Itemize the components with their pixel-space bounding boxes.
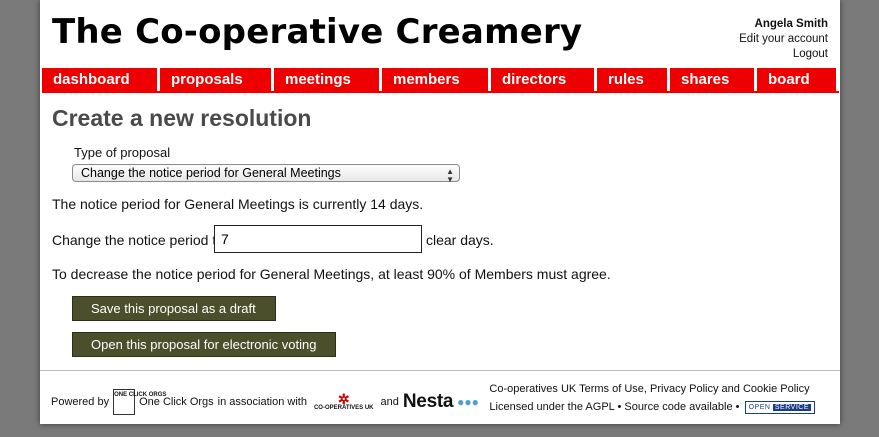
coops-logo-mark-icon: ✲ — [337, 390, 350, 407]
current-notice-text: The notice period for General Meetings i… — [52, 196, 424, 212]
bullet-separator: • — [617, 401, 622, 413]
notice-period-suffix: clear days. — [426, 232, 494, 248]
terms-link[interactable]: Terms of Use — [579, 383, 644, 395]
user-menu: Angela Smith Edit your account Logout — [739, 17, 828, 62]
footer-divider — [40, 370, 840, 371]
footer-legal-line1: Co-operatives UK Terms of Use, Privacy P… — [489, 383, 810, 395]
nav-dashboard[interactable]: dashboard — [42, 68, 157, 91]
notice-period-input[interactable] — [214, 225, 422, 253]
and-text: and — [380, 396, 399, 408]
cookie-link[interactable]: Cookie Policy — [743, 383, 810, 395]
footer-credits: Powered by ONE CLICK ORGS One Click Orgs… — [51, 389, 479, 415]
nav-shares[interactable]: shares — [670, 68, 754, 91]
powered-by-text: Powered by — [51, 396, 110, 408]
service-badge-text: SERVICE — [772, 403, 811, 411]
nav-underline — [42, 91, 839, 93]
save-draft-button[interactable]: Save this proposal as a draft — [72, 296, 276, 321]
open-service-badge[interactable]: OPEN SERVICE — [744, 400, 815, 414]
main-nav: dashboard proposals meetings members dir… — [42, 68, 839, 91]
footer-legal: Co-operatives UK Terms of Use, Privacy P… — [489, 380, 815, 416]
notice-period-label: Change the notice period to — [52, 232, 225, 248]
nav-proposals[interactable]: proposals — [160, 68, 271, 91]
proposal-type-select[interactable]: Change the notice period for General Mee… — [72, 164, 460, 184]
proposal-type-label: Type of proposal — [74, 145, 171, 160]
site-title: The Co-operative Creamery — [52, 12, 583, 52]
privacy-link[interactable]: Privacy Policy — [650, 383, 718, 395]
one-click-orgs-logo[interactable]: ONE CLICK ORGS — [113, 389, 166, 415]
and2-text: and — [721, 383, 740, 395]
agpl-link[interactable]: Licensed under the AGPL — [489, 401, 614, 413]
nav-rules[interactable]: rules — [597, 68, 667, 91]
page-title: Create a new resolution — [52, 105, 312, 131]
association-text: in association with — [217, 396, 307, 408]
requirement-text: To decrease the notice period for Genera… — [52, 266, 611, 282]
edit-account-link[interactable]: Edit your account — [739, 32, 828, 47]
coops-logo-text: CO-OPERATIVES UK — [313, 404, 374, 411]
nav-board[interactable]: board — [757, 68, 836, 91]
source-code-link[interactable]: Source code available — [624, 401, 732, 413]
user-name: Angela Smith — [754, 18, 828, 30]
page-container: The Co-operative Creamery Angela Smith E… — [40, 0, 840, 424]
proposal-type-selected: Change the notice period for General Mee… — [81, 166, 341, 180]
nesta-dots-icon: ●●● — [457, 395, 479, 409]
footer-legal-line2: Licensed under the AGPL • Source code av… — [489, 398, 815, 416]
logout-link[interactable]: Logout — [739, 47, 828, 62]
open-badge-text: OPEN — [748, 403, 771, 411]
select-arrows-icon: ▲ ▼ — [446, 167, 454, 184]
nav-meetings[interactable]: meetings — [274, 68, 379, 91]
coops-uk-text: Co-operatives UK — [489, 383, 577, 395]
open-voting-button[interactable]: Open this proposal for electronic voting — [72, 332, 336, 357]
cooperatives-uk-logo[interactable]: ✲ CO-OPERATIVES UK — [313, 390, 374, 412]
bullet-separator-2: • — [735, 401, 740, 413]
nesta-logo[interactable]: Nesta — [403, 391, 454, 413]
nav-members[interactable]: members — [382, 68, 488, 91]
nav-directors[interactable]: directors — [491, 68, 594, 91]
one-click-orgs-link[interactable]: One Click Orgs — [139, 396, 214, 408]
